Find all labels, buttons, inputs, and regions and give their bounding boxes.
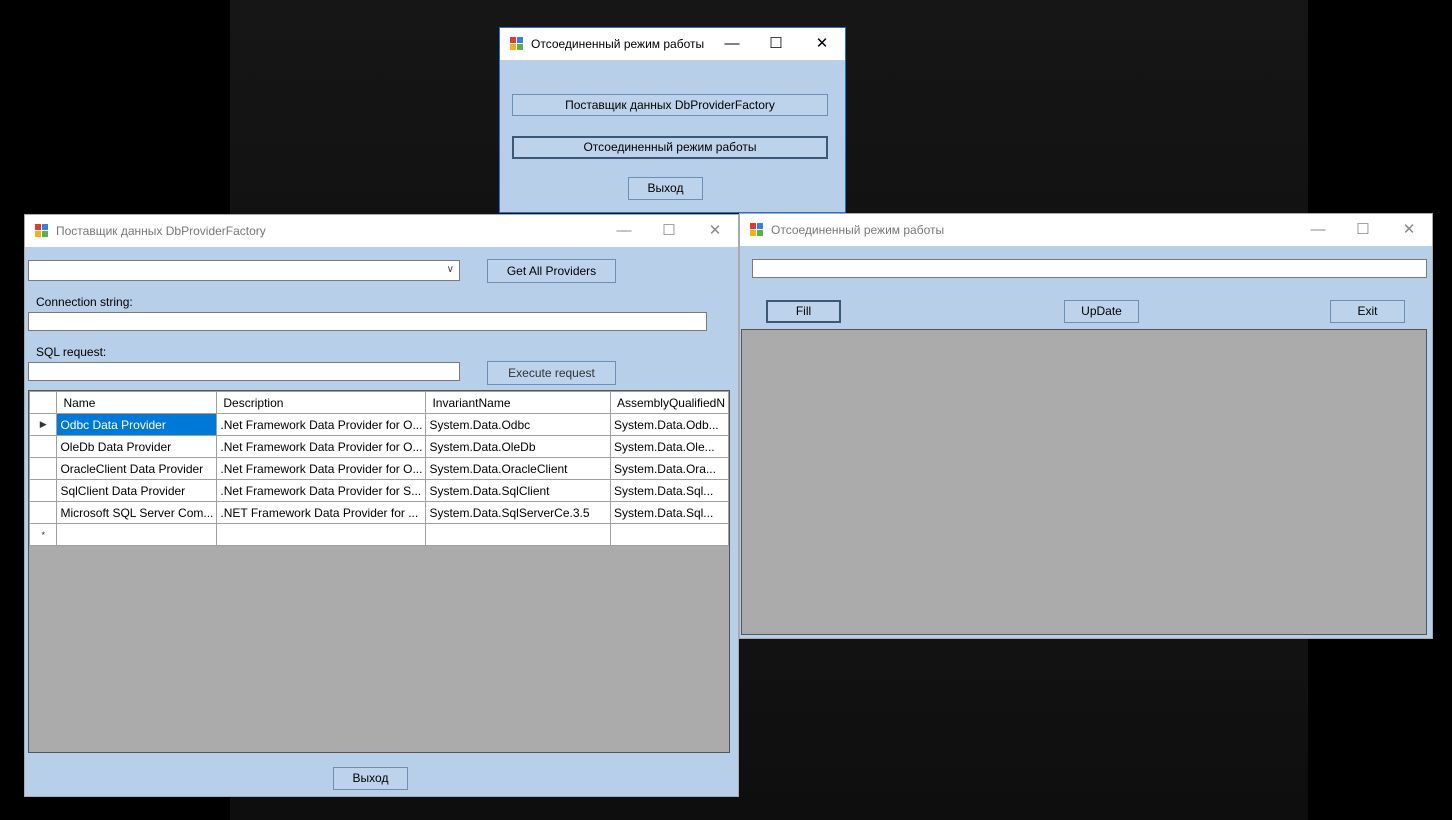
grid-cell[interactable]: .Net Framework Data Provider for O... bbox=[216, 413, 427, 436]
grid-cell[interactable]: System.Data.Sql... bbox=[609, 479, 729, 502]
column-header-description[interactable]: Description bbox=[216, 391, 427, 414]
grid-cell[interactable]: System.Data.Ora... bbox=[609, 457, 729, 480]
exit-button[interactable]: Выход bbox=[333, 767, 408, 790]
maximize-icon[interactable]: ☐ bbox=[1340, 214, 1386, 246]
grid-cell[interactable] bbox=[56, 523, 218, 546]
maximize-icon[interactable]: ☐ bbox=[646, 215, 692, 247]
window-title: Отсоединенный режим работы bbox=[771, 223, 945, 237]
new-row[interactable]: * bbox=[29, 523, 729, 546]
main-window: Отсоединенный режим работы — ☐ ✕ Поставщ… bbox=[499, 27, 846, 213]
grid-cell[interactable]: System.Data.Sql... bbox=[609, 501, 729, 524]
app-icon bbox=[35, 224, 49, 237]
grid-cell[interactable]: System.Data.OracleClient bbox=[425, 457, 611, 480]
grid-cell[interactable]: System.Data.OleDb bbox=[425, 435, 611, 458]
grid-cell[interactable]: System.Data.Ole... bbox=[609, 435, 729, 458]
table-row[interactable]: OracleClient Data Provider .Net Framewor… bbox=[29, 457, 729, 480]
providers-table: Name Description InvariantName AssemblyQ… bbox=[29, 391, 729, 546]
fill-button[interactable]: Fill bbox=[766, 300, 841, 323]
exit-button[interactable]: Exit bbox=[1330, 300, 1405, 323]
window-title: Поставщик данных DbProviderFactory bbox=[56, 224, 266, 238]
grid-cell[interactable]: .Net Framework Data Provider for S... bbox=[216, 479, 427, 502]
table-row[interactable]: OleDb Data Provider .Net Framework Data … bbox=[29, 435, 729, 458]
disconnected-mode-window: Отсоединенный режим работы — ☐ ✕ Fill Up… bbox=[739, 213, 1433, 639]
grid-cell[interactable]: OracleClient Data Provider bbox=[56, 457, 218, 480]
app-icon bbox=[510, 37, 524, 50]
minimize-icon[interactable]: — bbox=[709, 28, 755, 60]
grid-cell[interactable] bbox=[425, 523, 611, 546]
table-row[interactable]: Microsoft SQL Server Com... .NET Framewo… bbox=[29, 501, 729, 524]
update-button[interactable]: UpDate bbox=[1064, 300, 1139, 323]
grid-corner-header[interactable] bbox=[29, 391, 58, 414]
provider-factory-window: Поставщик данных DbProviderFactory — ☐ ✕… bbox=[24, 214, 739, 797]
grid-cell[interactable]: .Net Framework Data Provider for O... bbox=[216, 457, 427, 480]
grid-header-row: Name Description InvariantName AssemblyQ… bbox=[29, 391, 729, 414]
window-title: Отсоединенный режим работы bbox=[531, 37, 705, 51]
row-header[interactable] bbox=[29, 457, 58, 480]
grid-cell[interactable]: System.Data.SqlClient bbox=[425, 479, 611, 502]
grid-cell[interactable]: System.Data.Odb... bbox=[609, 413, 729, 436]
sql-request-label: SQL request: bbox=[36, 345, 107, 359]
table-row[interactable]: SqlClient Data Provider .Net Framework D… bbox=[29, 479, 729, 502]
column-header-assembly[interactable]: AssemblyQualifiedN bbox=[609, 391, 729, 414]
row-header[interactable] bbox=[29, 501, 58, 524]
minimize-icon[interactable]: — bbox=[1295, 214, 1341, 246]
table-row[interactable]: ▶ Odbc Data Provider .Net Framework Data… bbox=[29, 413, 729, 436]
connection-input[interactable] bbox=[752, 259, 1427, 278]
maximize-icon[interactable]: ☐ bbox=[753, 28, 799, 60]
get-all-providers-button[interactable]: Get All Providers bbox=[487, 259, 616, 283]
grid-cell[interactable]: Odbc Data Provider bbox=[56, 413, 218, 436]
chevron-down-icon[interactable]: ∨ bbox=[447, 264, 454, 275]
connection-string-input[interactable] bbox=[28, 312, 707, 331]
disconnected-mode-button[interactable]: Отсоединенный режим работы bbox=[512, 136, 828, 159]
column-header-invariant-name[interactable]: InvariantName bbox=[425, 391, 611, 414]
providers-grid[interactable]: Name Description InvariantName AssemblyQ… bbox=[28, 390, 730, 753]
grid-cell[interactable] bbox=[609, 523, 729, 546]
connection-string-label: Connection string: bbox=[36, 295, 133, 309]
provider-factory-button[interactable]: Поставщик данных DbProviderFactory bbox=[512, 94, 828, 116]
grid-cell[interactable]: SqlClient Data Provider bbox=[56, 479, 218, 502]
grid-cell[interactable]: System.Data.SqlServerCe.3.5 bbox=[425, 501, 611, 524]
close-icon[interactable]: ✕ bbox=[799, 28, 845, 60]
provider-select[interactable]: ∨ bbox=[28, 260, 460, 281]
minimize-icon[interactable]: — bbox=[601, 215, 647, 247]
main-window-titlebar[interactable]: Отсоединенный режим работы — ☐ ✕ bbox=[500, 28, 845, 60]
grid-cell[interactable] bbox=[216, 523, 427, 546]
provider-window-titlebar[interactable]: Поставщик данных DbProviderFactory — ☐ ✕ bbox=[25, 215, 738, 247]
app-icon bbox=[750, 223, 764, 236]
grid-cell[interactable]: Microsoft SQL Server Com... bbox=[56, 501, 218, 524]
column-header-name[interactable]: Name bbox=[56, 391, 218, 414]
grid-cell[interactable]: .Net Framework Data Provider for O... bbox=[216, 435, 427, 458]
disconnected-window-titlebar[interactable]: Отсоединенный режим работы — ☐ ✕ bbox=[740, 214, 1432, 246]
exit-button[interactable]: Выход bbox=[628, 177, 703, 200]
data-grid[interactable] bbox=[741, 329, 1427, 635]
grid-cell[interactable]: System.Data.Odbc bbox=[425, 413, 611, 436]
sql-request-input[interactable] bbox=[28, 362, 460, 381]
row-header[interactable] bbox=[29, 479, 58, 502]
execute-request-button[interactable]: Execute request bbox=[487, 361, 616, 385]
grid-cell[interactable]: OleDb Data Provider bbox=[56, 435, 218, 458]
current-row-marker-icon[interactable]: ▶ bbox=[29, 413, 58, 436]
close-icon[interactable]: ✕ bbox=[1386, 214, 1432, 246]
grid-cell[interactable]: .NET Framework Data Provider for ... bbox=[216, 501, 427, 524]
new-row-marker-icon[interactable]: * bbox=[29, 523, 58, 546]
row-header[interactable] bbox=[29, 435, 58, 458]
close-icon[interactable]: ✕ bbox=[692, 215, 738, 247]
